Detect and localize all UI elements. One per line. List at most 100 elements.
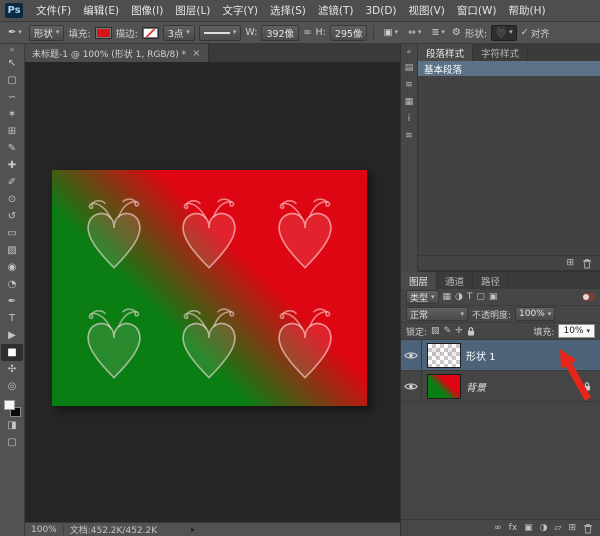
filter-type-layers-icon[interactable]: T (467, 292, 473, 302)
screen-mode-button[interactable]: ▢ (1, 434, 23, 451)
menu-edit[interactable]: 编辑(E) (77, 3, 125, 18)
menu-layer[interactable]: 图层(L) (169, 3, 216, 18)
style-basic-paragraph[interactable]: 基本段落 (418, 61, 600, 76)
hand-tool[interactable]: ✣ (1, 361, 23, 378)
adjustment-layer-icon[interactable]: ◑ (540, 523, 548, 533)
eraser-tool[interactable]: ▭ (1, 225, 23, 242)
path-operations-button[interactable]: ▣ ▾ (380, 25, 401, 41)
menu-select[interactable]: 选择(S) (264, 3, 312, 18)
document-image[interactable] (52, 170, 367, 406)
history-brush-tool[interactable]: ↺ (1, 208, 23, 225)
fill-color-swatch[interactable] (95, 27, 112, 39)
link-layers-icon[interactable]: ∞ (494, 523, 502, 533)
dock-panel-icon-4[interactable]: i (408, 114, 411, 124)
dock-panel-icon-3[interactable]: ▦ (405, 97, 414, 107)
menu-file[interactable]: 文件(F) (30, 3, 77, 18)
menu-filter[interactable]: 滤镜(T) (312, 3, 360, 18)
layer-style-icon[interactable]: fx (509, 523, 518, 533)
custom-shape-tool[interactable]: ■ (1, 344, 23, 361)
visibility-toggle[interactable] (401, 371, 422, 401)
filter-toggle[interactable] (582, 293, 595, 301)
menu-view[interactable]: 视图(V) (403, 3, 451, 18)
new-group-icon[interactable]: ▱ (555, 523, 562, 533)
fill-opacity-field[interactable]: 10% ▾ (558, 324, 595, 338)
lasso-tool[interactable]: ∽ (1, 89, 23, 106)
workspace: « ↖ ▢ ∽ ✶ ⊞ ✎ ✚ ✐ ⊙ ↺ ▭ ▨ ◉ ◔ ✒ T ▶ ■ ✣ … (0, 44, 600, 536)
stroke-width-field[interactable]: 3点 ▾ (163, 25, 195, 41)
tab-paragraph-styles[interactable]: 段落样式 (418, 44, 473, 61)
visibility-toggle[interactable] (401, 340, 422, 370)
path-alignment-button[interactable]: ⇔ ▾ (405, 25, 424, 41)
filter-adjustment-layers-icon[interactable]: ◑ (455, 292, 463, 302)
menu-3d[interactable]: 3D(D) (359, 5, 402, 17)
color-swatches[interactable] (3, 400, 22, 417)
tool-mode-select[interactable]: 形状 ▾ (29, 25, 65, 41)
dodge-tool[interactable]: ◔ (1, 276, 23, 293)
tab-paths[interactable]: 路径 (473, 272, 509, 289)
tool-preset-picker[interactable]: ✒ ▾ (5, 25, 25, 41)
lock-pixels-icon[interactable]: ✎ (444, 326, 452, 336)
shape-layer-thumbnail[interactable] (427, 343, 461, 368)
crop-tool[interactable]: ⊞ (1, 123, 23, 140)
add-layer-mask-icon[interactable]: ▣ (524, 523, 533, 533)
marquee-tool[interactable]: ▢ (1, 72, 23, 89)
new-style-icon[interactable]: ⊞ (566, 258, 574, 268)
clone-stamp-tool[interactable]: ⊙ (1, 191, 23, 208)
align-edges-checkbox[interactable]: ✓ 对齐 (521, 26, 550, 40)
canvas-area[interactable] (25, 62, 400, 522)
pen-tool[interactable]: ✒ (1, 293, 23, 310)
blur-tool[interactable]: ◉ (1, 259, 23, 276)
custom-shape-picker[interactable]: ▾ (491, 25, 517, 41)
gradient-tool[interactable]: ▨ (1, 242, 23, 259)
eyedropper-tool[interactable]: ✎ (1, 140, 23, 157)
height-field[interactable]: 295像 (330, 25, 368, 41)
width-field[interactable]: 392像 (261, 25, 299, 41)
status-options-icon[interactable]: ▸ (191, 525, 195, 534)
quick-mask-button[interactable]: ◨ (1, 417, 23, 434)
tab-character-styles[interactable]: 字符样式 (473, 44, 528, 61)
healing-brush-tool[interactable]: ✚ (1, 157, 23, 174)
link-dimensions-icon[interactable]: ∞ (303, 27, 311, 38)
move-tool[interactable]: ↖ (1, 55, 23, 72)
brush-tool[interactable]: ✐ (1, 174, 23, 191)
filter-smart-objects-icon[interactable]: ▣ (489, 292, 498, 302)
stroke-type-select[interactable]: ▾ (199, 25, 242, 41)
close-icon[interactable]: × (192, 48, 200, 59)
menu-type[interactable]: 文字(Y) (216, 3, 264, 18)
expand-panels-icon[interactable]: « (407, 47, 412, 56)
delete-style-icon[interactable] (582, 258, 592, 269)
background-layer-thumbnail[interactable] (427, 374, 461, 399)
stroke-color-swatch[interactable] (142, 27, 159, 39)
delete-layer-icon[interactable] (583, 523, 593, 534)
opacity-field[interactable]: 100% ▾ (515, 307, 555, 321)
path-arrange-button[interactable]: ≣ ▾ (428, 25, 447, 41)
filter-pixel-layers-icon[interactable]: ▦ (443, 292, 452, 302)
dock-panel-icon-2[interactable]: ≡ (405, 80, 413, 90)
blend-mode-select[interactable]: 正常 ▾ (406, 307, 468, 321)
tab-channels[interactable]: 通道 (437, 272, 473, 289)
filter-shape-layers-icon[interactable]: ▢ (476, 292, 485, 302)
document-tab[interactable]: 未标题-1 @ 100% (形状 1, RGB/8) * × (25, 44, 209, 62)
layer-row-background[interactable]: 背景 (401, 371, 600, 402)
type-tool[interactable]: T (1, 310, 23, 327)
lock-position-icon[interactable]: ✛ (455, 326, 463, 336)
zoom-level[interactable]: 100% (31, 525, 57, 535)
layer-row-shape-1[interactable]: 形状 1 (401, 340, 600, 371)
lock-transparency-icon[interactable]: ▨ (431, 326, 440, 336)
new-layer-icon[interactable]: ⊞ (568, 523, 576, 533)
menu-help[interactable]: 帮助(H) (503, 3, 552, 18)
foreground-color-swatch[interactable] (4, 400, 15, 410)
dock-panel-icon-1[interactable]: ▤ (405, 63, 414, 73)
tab-layers[interactable]: 图层 (401, 272, 437, 289)
zoom-tool[interactable]: ◎ (1, 378, 23, 395)
path-selection-tool[interactable]: ▶ (1, 327, 23, 344)
menu-image[interactable]: 图像(I) (125, 3, 169, 18)
quick-selection-tool[interactable]: ✶ (1, 106, 23, 123)
filter-type-select[interactable]: 类型 ▾ (406, 290, 439, 304)
dock-panel-icon-5[interactable]: ≋ (405, 131, 413, 141)
gear-icon[interactable]: ⚙ (452, 27, 461, 38)
lock-all-icon[interactable] (467, 326, 475, 337)
menu-window[interactable]: 窗口(W) (451, 3, 503, 18)
heart-shape-2 (176, 193, 242, 273)
collapse-tools-icon[interactable]: « (10, 45, 15, 55)
